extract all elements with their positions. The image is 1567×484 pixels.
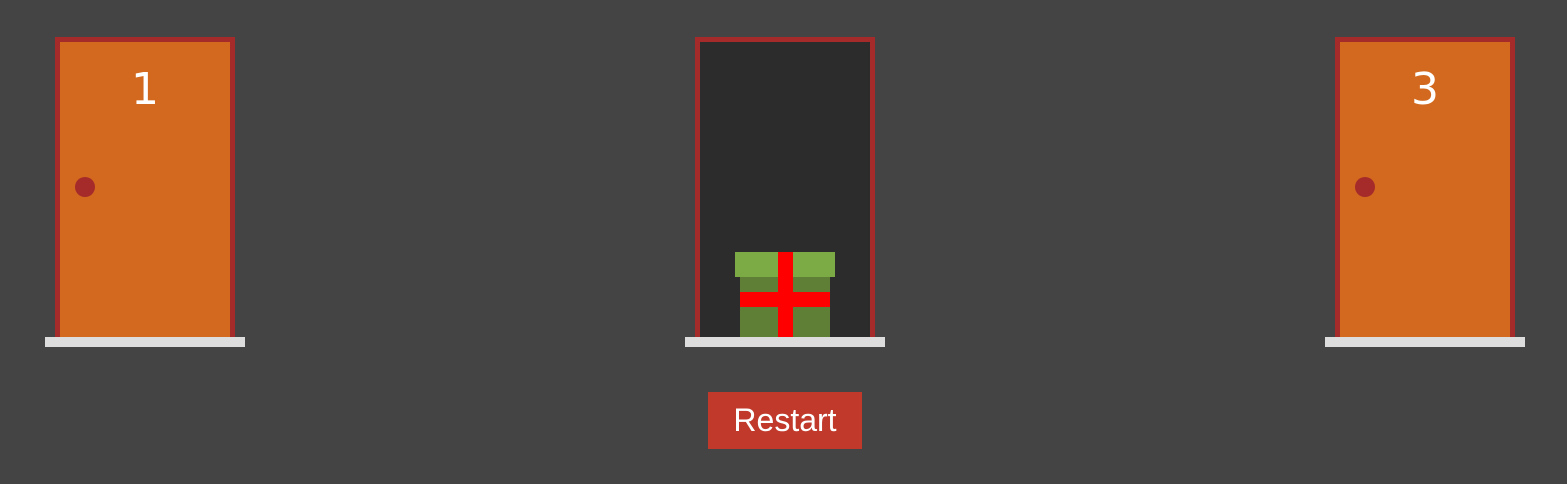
door-2-doorway xyxy=(695,37,875,337)
door-knob-icon xyxy=(1355,177,1375,197)
door-knob-icon xyxy=(75,177,95,197)
door-1[interactable]: 1 xyxy=(45,37,245,347)
door-1-panel[interactable]: 1 xyxy=(55,37,235,337)
gift-ribbon-horizontal xyxy=(740,292,830,307)
door-2 xyxy=(685,37,885,347)
restart-button[interactable]: Restart xyxy=(708,392,862,449)
door-1-number: 1 xyxy=(131,64,159,115)
door-3-panel[interactable]: 3 xyxy=(1335,37,1515,337)
door-3-sill xyxy=(1325,337,1525,347)
door-1-sill xyxy=(45,337,245,347)
door-3[interactable]: 3 xyxy=(1325,37,1525,347)
door-2-sill xyxy=(685,337,885,347)
door-3-number: 3 xyxy=(1411,64,1439,115)
gift-icon xyxy=(735,252,835,337)
